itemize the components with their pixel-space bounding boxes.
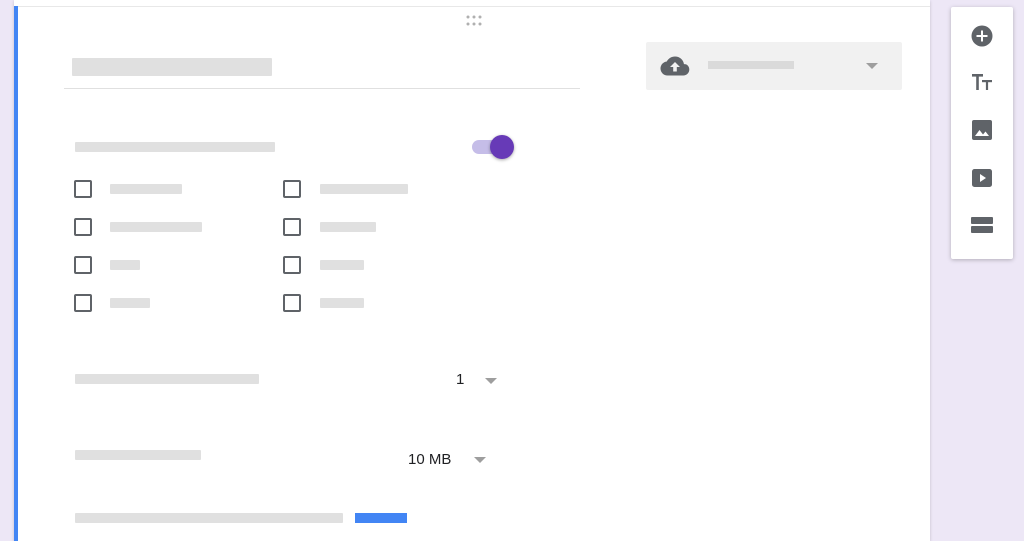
add-image-button[interactable] [962, 112, 1002, 152]
max-file-size-label [75, 450, 201, 460]
max-file-size-value[interactable]: 10 MB [408, 451, 451, 468]
chevron-down-icon [866, 63, 878, 69]
file-type-label [110, 298, 150, 308]
card-top-border [18, 6, 930, 7]
file-type-checkbox[interactable] [74, 256, 92, 274]
card-accent-bar [14, 6, 18, 541]
upload-folder-info-label [75, 513, 343, 523]
file-type-checkbox[interactable] [283, 256, 301, 274]
chevron-down-icon[interactable] [474, 457, 486, 463]
file-type-label [110, 184, 182, 194]
file-type-label [320, 184, 408, 194]
max-files-label [75, 374, 259, 384]
file-type-label [320, 298, 364, 308]
add-circle-icon [970, 24, 994, 53]
file-type-checkbox[interactable] [74, 218, 92, 236]
max-files-value[interactable]: 1 [456, 371, 464, 388]
file-type-checkbox[interactable] [74, 180, 92, 198]
allow-file-types-toggle[interactable] [468, 134, 516, 160]
question-title-underline [64, 88, 580, 89]
file-type-checkbox[interactable] [283, 294, 301, 312]
question-type-label [708, 61, 794, 69]
question-title-input[interactable] [72, 58, 272, 76]
file-type-label [320, 260, 364, 270]
text-title-icon [970, 70, 994, 99]
allow-file-types-label [75, 142, 275, 152]
question-type-dropdown[interactable] [646, 42, 902, 90]
add-question-button[interactable] [962, 18, 1002, 58]
image-icon [970, 118, 994, 147]
file-type-checkbox[interactable] [283, 218, 301, 236]
add-video-button[interactable] [962, 160, 1002, 200]
chevron-down-icon[interactable] [485, 378, 497, 384]
drag-handle-icon[interactable] [464, 14, 484, 28]
file-type-checkbox[interactable] [283, 180, 301, 198]
add-section-button[interactable] [962, 207, 1002, 247]
file-type-label [110, 222, 202, 232]
file-type-checkbox[interactable] [74, 294, 92, 312]
cloud-upload-icon [660, 55, 690, 77]
section-icon [970, 213, 994, 242]
floating-toolbar [951, 7, 1013, 259]
video-icon [970, 166, 994, 195]
file-type-label [320, 222, 376, 232]
add-title-button[interactable] [962, 64, 1002, 104]
toggle-thumb [490, 135, 514, 159]
view-folder-link[interactable] [355, 513, 407, 523]
file-type-label [110, 260, 140, 270]
